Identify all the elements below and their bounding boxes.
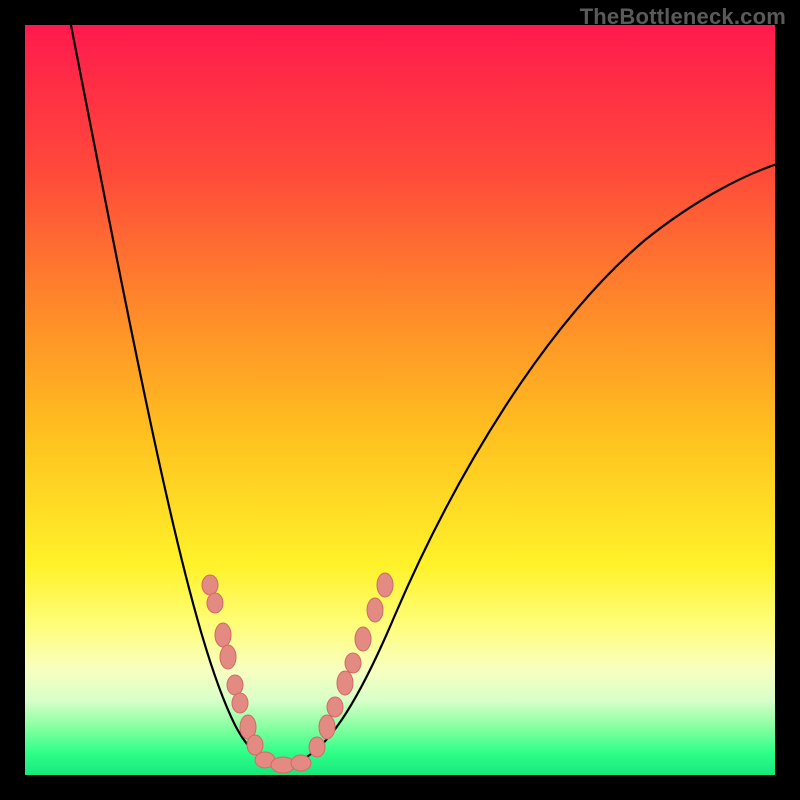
- data-marker: [215, 623, 231, 647]
- bottleneck-curve: [70, 20, 780, 764]
- data-marker: [309, 737, 325, 757]
- data-marker: [220, 645, 236, 669]
- data-marker: [291, 755, 311, 771]
- data-marker: [355, 627, 371, 651]
- data-marker: [227, 675, 243, 695]
- chart-svg: [25, 25, 775, 775]
- data-marker: [327, 697, 343, 717]
- data-marker: [377, 573, 393, 597]
- data-marker: [232, 693, 248, 713]
- chart-frame: [25, 25, 775, 775]
- data-marker: [319, 715, 335, 739]
- data-marker: [207, 593, 223, 613]
- data-marker: [337, 671, 353, 695]
- marker-group: [202, 573, 393, 773]
- data-marker: [345, 653, 361, 673]
- data-marker: [247, 735, 263, 755]
- data-marker: [202, 575, 218, 595]
- data-marker: [367, 598, 383, 622]
- watermark: TheBottleneck.com: [580, 4, 786, 30]
